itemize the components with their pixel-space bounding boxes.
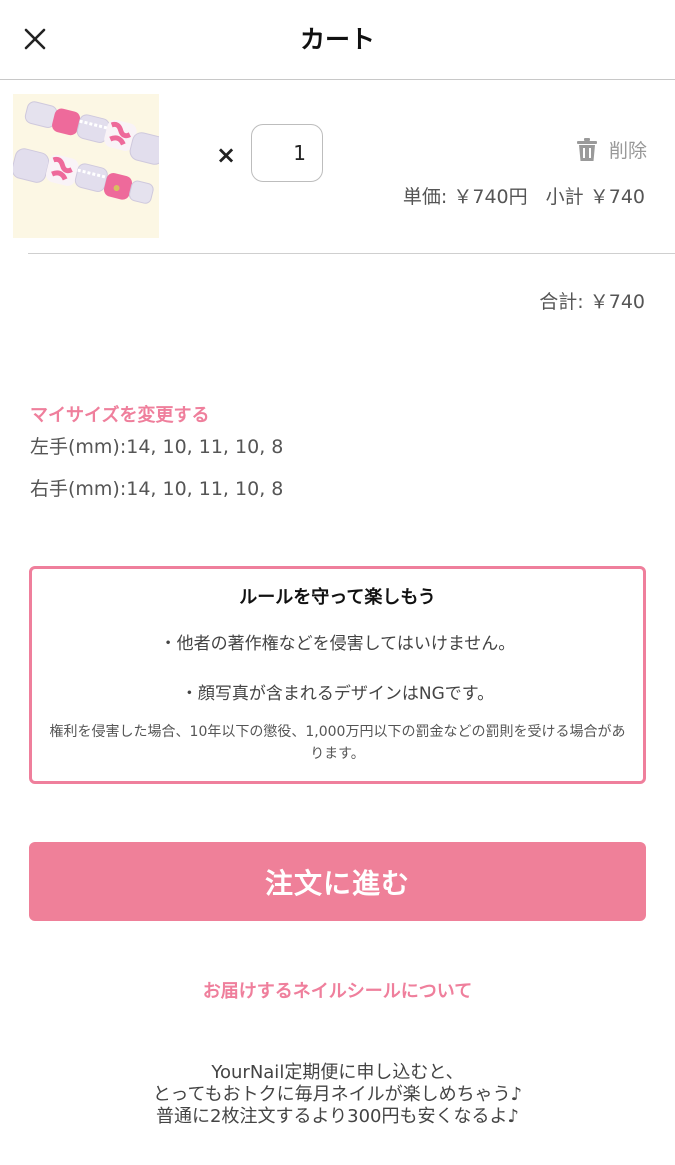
unit-price-value: ￥740円 <box>453 186 528 208</box>
promo-line: 普通に2枚注文するより300円も安くなるよ♪ <box>156 1106 519 1127</box>
delete-button[interactable]: 削除 <box>576 136 647 163</box>
header: カート <box>0 0 675 80</box>
promo-line: とってもおトクに毎月ネイルが楽しめちゃう♪ <box>152 1084 523 1105</box>
total-label: 合計: <box>539 291 584 313</box>
page-title: カート <box>299 25 375 54</box>
product-thumbnail[interactable] <box>11 94 167 238</box>
trash-icon <box>576 138 597 161</box>
nail-design-thumbnail <box>11 101 167 204</box>
price-line: 単価: ￥740円 小計 ￥740 <box>403 182 645 209</box>
promo-text: YourNail定期便に申し込むと、 とってもおトクに毎月ネイルが楽しめちゃう♪… <box>0 1062 675 1128</box>
rule-item: ・他者の著作権などを侵害してはいけません。 <box>159 634 516 654</box>
change-size-link[interactable]: マイサイズを変更する <box>30 401 209 427</box>
rules-note: 権利を侵害した場合、10年以下の懲役、1,000万円以下の罰金などの罰則を受ける… <box>49 724 626 762</box>
total: 合計: ￥740 <box>539 287 645 314</box>
nail-seal-info-link[interactable]: お届けするネイルシールについて <box>0 977 675 1003</box>
unit-price-label: 単価: <box>402 186 448 208</box>
rules-box: ルールを守って楽しもう ・他者の著作権などを侵害してはいけません。 ・顔写真が含… <box>29 566 646 784</box>
rule-item: ・顔写真が含まれるデザインはNGです。 <box>180 684 495 704</box>
delete-label: 削除 <box>608 140 647 162</box>
subtotal-label: 小計 <box>545 186 584 208</box>
rules-title: ルールを守って楽しもう <box>239 587 436 608</box>
total-value: ￥740 <box>589 291 645 313</box>
right-hand-size: 右手(mm):14, 10, 11, 10, 8 <box>30 478 284 500</box>
subtotal-value: ￥740 <box>589 186 645 208</box>
promo-line: YourNail定期便に申し込むと、 <box>211 1062 464 1083</box>
multiply-sign: × <box>216 141 237 169</box>
divider <box>28 253 675 254</box>
left-hand-size: 左手(mm):14, 10, 11, 10, 8 <box>30 436 284 458</box>
order-button[interactable]: 注文に進む <box>29 842 646 921</box>
quantity-input[interactable] <box>251 124 323 182</box>
